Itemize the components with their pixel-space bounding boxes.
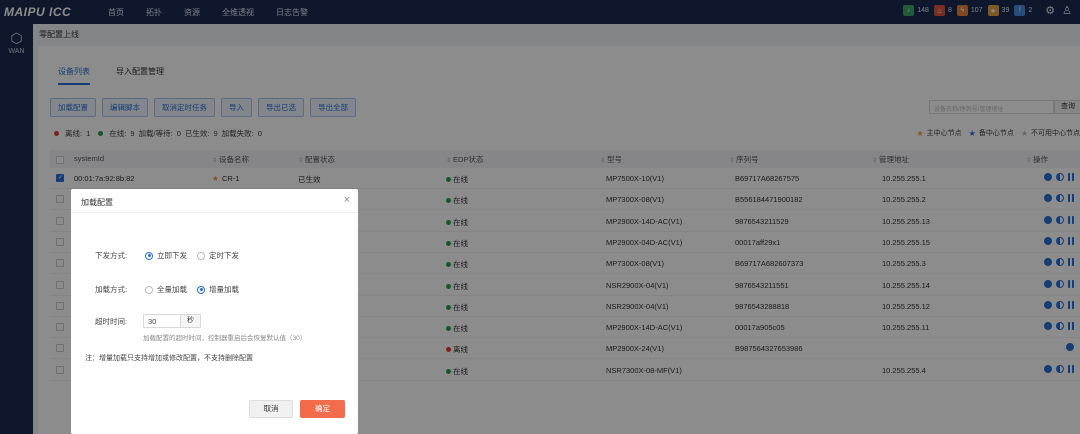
timeout-hint: 加载配置的超时时间，控制器重启后会恢复默认值（30）: [143, 335, 307, 342]
dispatch-scheduled-label[interactable]: 定时下发: [209, 250, 239, 261]
load-mode-label: 加载方式:: [95, 285, 128, 294]
load-full-label[interactable]: 全量加载: [157, 284, 187, 295]
dispatch-mode-row: 下发方式: 立即下发 定时下发: [95, 250, 239, 261]
dispatch-mode-label: 下发方式:: [95, 251, 128, 260]
confirm-button[interactable]: 确定: [300, 400, 345, 418]
load-full-radio[interactable]: [145, 285, 153, 294]
load-config-dialog: 加载配置 × 下发方式: 立即下发 定时下发 加载方式: 全量加载 增量加载 超…: [71, 189, 358, 434]
incremental-note: 注：增量加载只支持增加或修改配置，不支持删除配置: [85, 355, 253, 362]
dialog-title: 加载配置: [81, 198, 113, 207]
timeout-unit: 秒: [181, 314, 201, 328]
close-icon[interactable]: ×: [344, 194, 350, 206]
load-incremental-radio[interactable]: [197, 285, 205, 294]
dispatch-scheduled-radio[interactable]: [197, 251, 205, 260]
dialog-header: 加载配置 ×: [71, 189, 358, 213]
dispatch-immediate-radio[interactable]: [145, 251, 153, 260]
timeout-input[interactable]: 30: [143, 314, 181, 328]
timeout-row: 超时时间: 30 秒: [95, 314, 201, 328]
timeout-label: 超时时间:: [95, 316, 128, 326]
load-mode-row: 加载方式: 全量加载 增量加载: [95, 284, 239, 295]
cancel-button[interactable]: 取消: [249, 400, 293, 418]
load-incremental-label[interactable]: 增量加载: [209, 284, 239, 295]
dispatch-immediate-label[interactable]: 立即下发: [157, 250, 187, 261]
